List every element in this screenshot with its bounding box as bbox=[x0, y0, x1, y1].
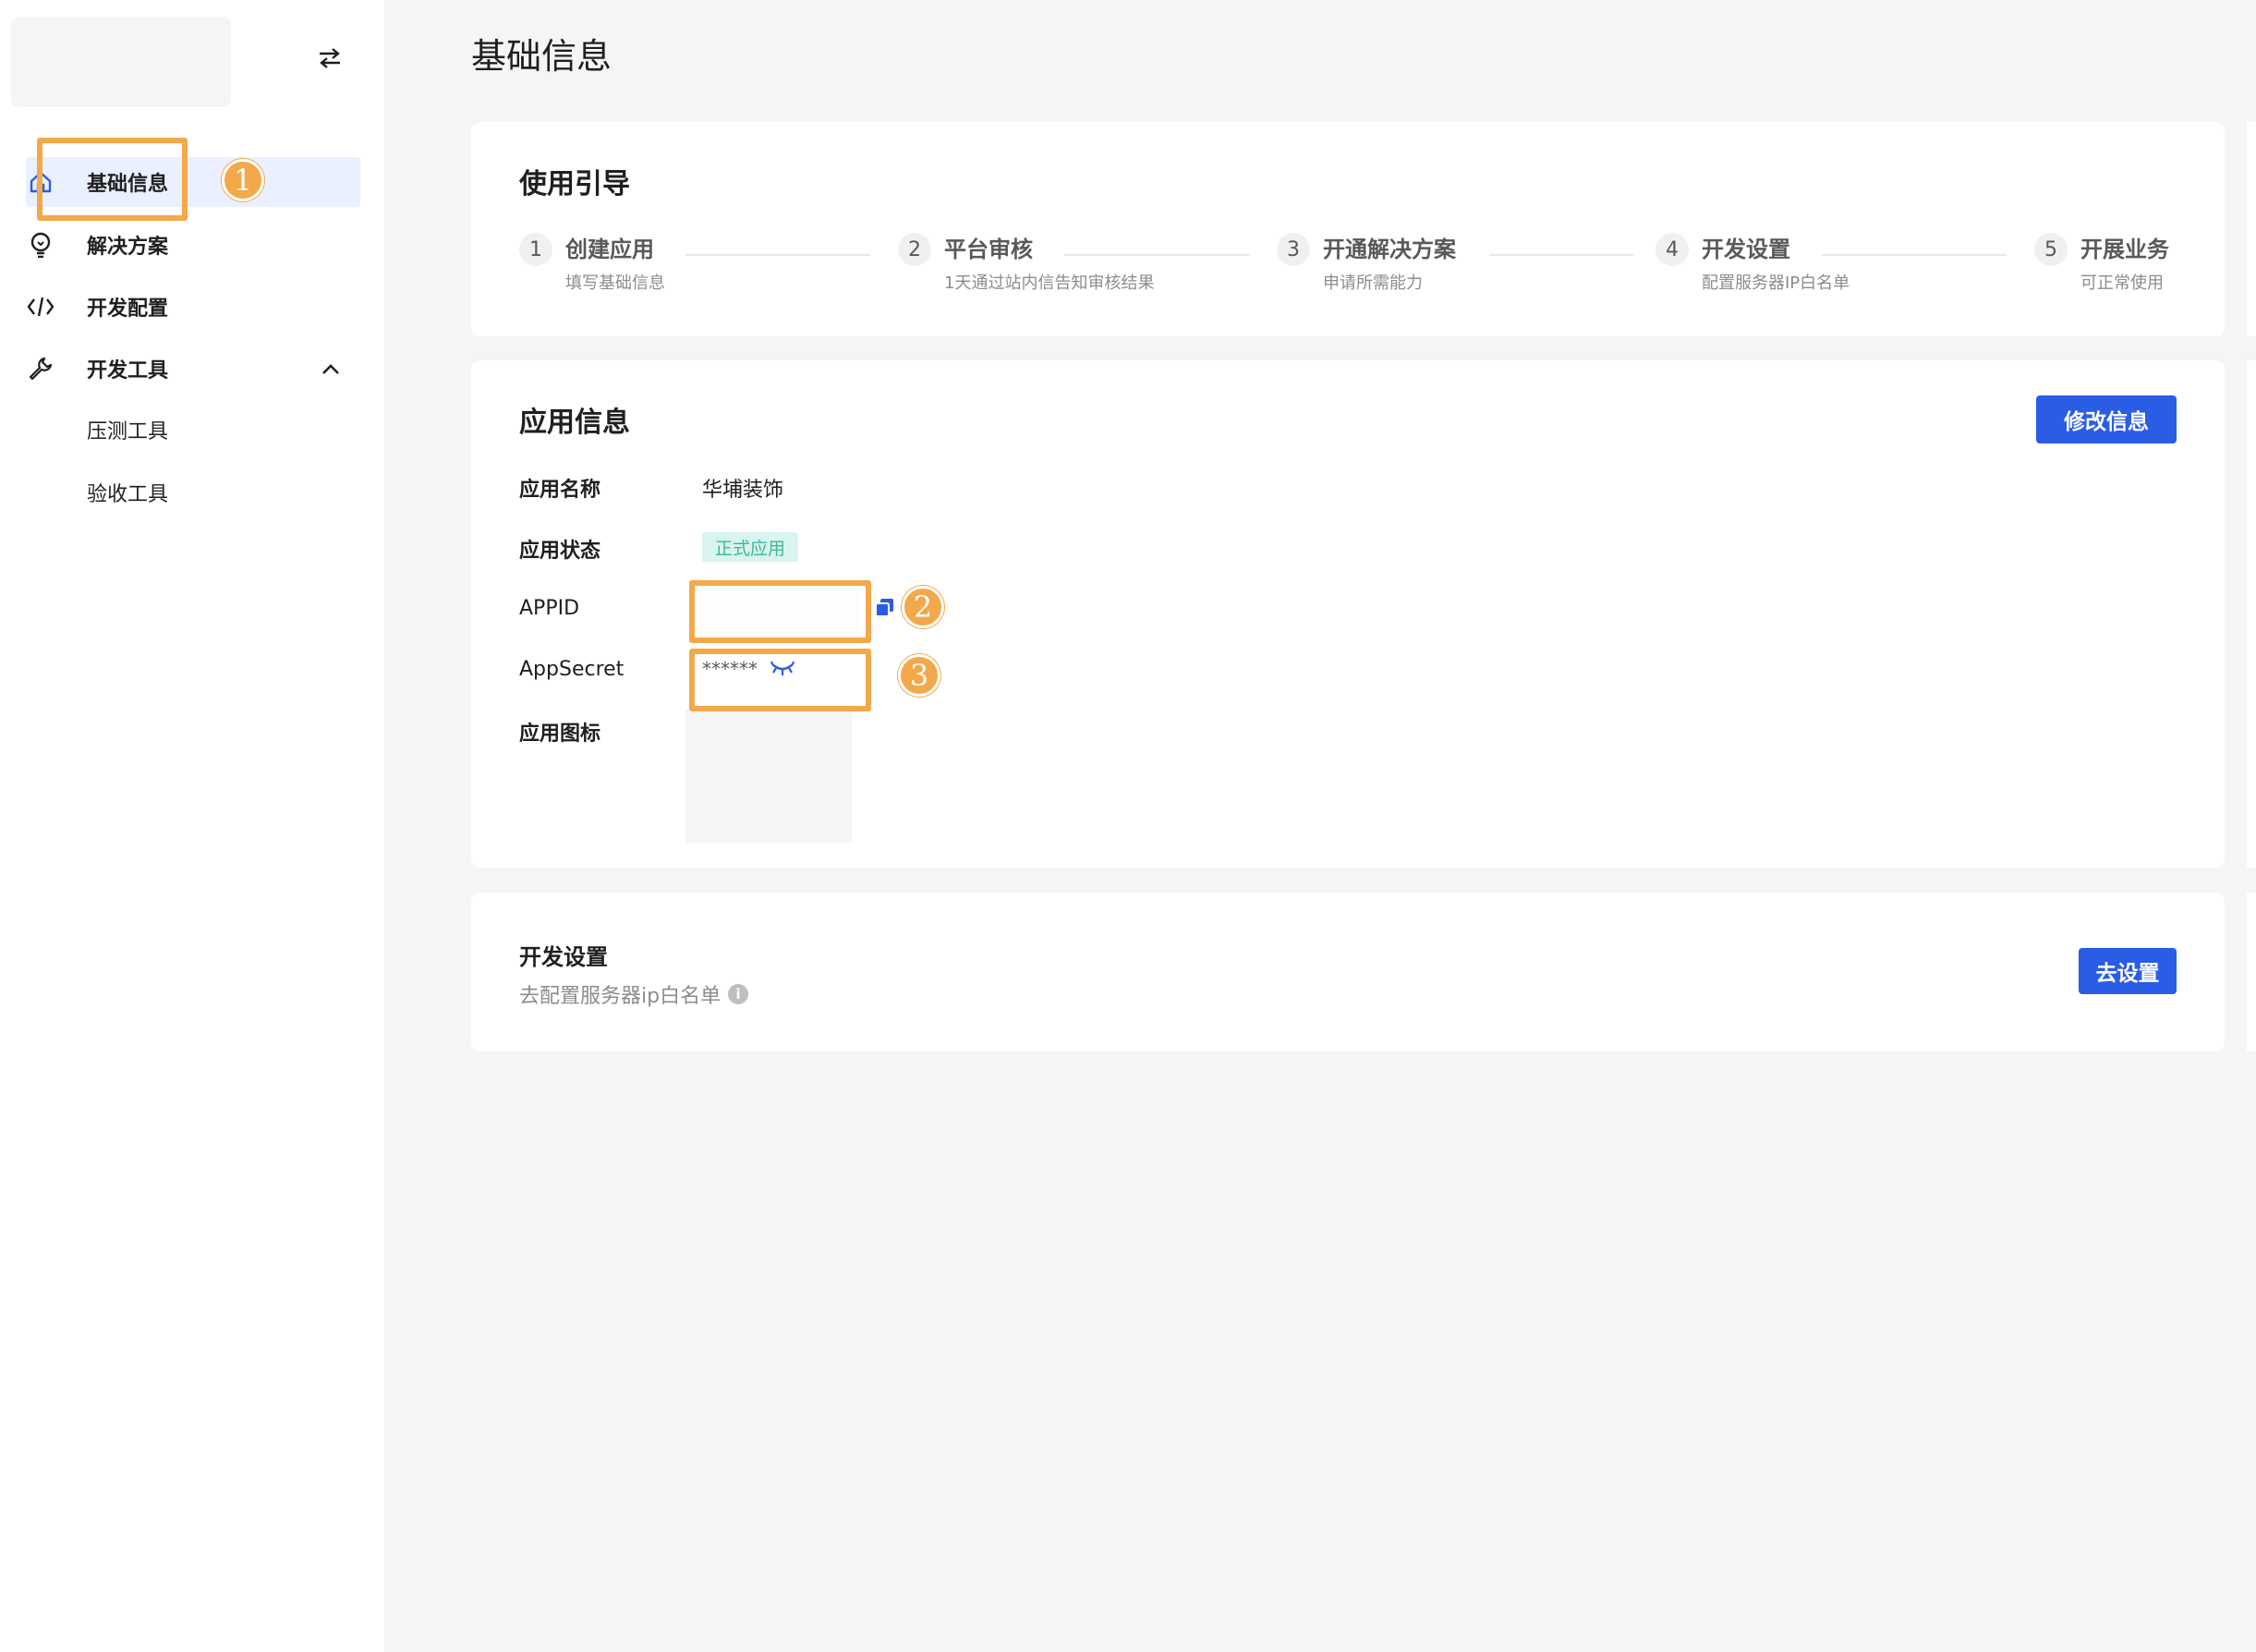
step-create-app: 1 创建应用 填写基础信息 bbox=[519, 233, 665, 294]
dev-settings-card: 开发设置 去配置服务器ip白名单 i 去设置 bbox=[471, 893, 2225, 1051]
step-connector bbox=[1822, 254, 2007, 256]
appsecret-value: ****** bbox=[702, 658, 794, 680]
lightbulb-icon bbox=[26, 230, 55, 260]
step-number: 3 bbox=[1277, 233, 1310, 266]
code-icon bbox=[26, 292, 55, 322]
step-connector bbox=[1489, 254, 1633, 256]
copy-icon[interactable] bbox=[874, 597, 896, 619]
step-number: 5 bbox=[2034, 233, 2068, 266]
sidebar-subitem-acceptance[interactable]: 验收工具 bbox=[87, 469, 168, 516]
step-number: 2 bbox=[898, 233, 931, 266]
appsecret-label: AppSecret bbox=[519, 658, 625, 681]
step-desc: 填写基础信息 bbox=[565, 273, 665, 293]
sidebar: 基础信息 解决方案 开发配置 开发工具 压测工具 验收工具 1 bbox=[0, 0, 384, 1652]
step-title: 平台审核 bbox=[944, 237, 1033, 262]
sidebar-item-label: 开发配置 bbox=[87, 298, 169, 321]
sidebar-item-solutions[interactable]: 解决方案 bbox=[26, 220, 168, 270]
step-title: 创建应用 bbox=[565, 237, 654, 262]
app-name-value: 华埔装饰 bbox=[702, 479, 784, 502]
guide-title: 使用引导 bbox=[519, 168, 630, 200]
go-settings-button[interactable]: 去设置 bbox=[2079, 948, 2177, 994]
step-platform-review: 2 平台审核 1天通过站内信告知审核结果 bbox=[898, 233, 1154, 294]
step-start-business: 5 开展业务 可正常使用 bbox=[2034, 233, 2169, 294]
dev-settings-title: 开发设置 bbox=[519, 944, 608, 970]
step-desc: 配置服务器IP白名单 bbox=[1702, 273, 1850, 293]
step-enable-solution: 3 开通解决方案 申请所需能力 bbox=[1277, 233, 1456, 294]
guide-card: 使用引导 1 创建应用 填写基础信息 2 平台审核 1天通过站内信告知审核结果 … bbox=[471, 122, 2225, 336]
annotation-number-3: 3 bbox=[898, 654, 940, 697]
sidebar-item-dev-tools[interactable]: 开发工具 bbox=[26, 344, 168, 394]
right-edge-panel bbox=[2247, 893, 2256, 1051]
sidebar-item-label: 解决方案 bbox=[87, 236, 169, 259]
sidebar-subitem-label: 验收工具 bbox=[87, 483, 169, 506]
sidebar-subitem-label: 压测工具 bbox=[87, 420, 169, 443]
app-info-title: 应用信息 bbox=[519, 407, 630, 439]
dev-settings-desc-row: 去配置服务器ip白名单 i bbox=[519, 979, 749, 1009]
app-icon-image bbox=[685, 710, 852, 843]
app-icon-label: 应用图标 bbox=[519, 723, 601, 746]
step-connector bbox=[1064, 254, 1249, 256]
collapse-sidebar-icon[interactable] bbox=[312, 41, 347, 76]
right-edge-panel bbox=[2247, 360, 2256, 869]
dev-settings-desc: 去配置服务器ip白名单 bbox=[519, 985, 722, 1008]
appid-label: APPID bbox=[519, 597, 580, 620]
step-desc: 1天通过站内信告知审核结果 bbox=[944, 273, 1155, 293]
home-icon bbox=[26, 167, 55, 197]
eye-closed-icon[interactable] bbox=[770, 661, 794, 677]
step-desc: 申请所需能力 bbox=[1323, 273, 1423, 293]
sidebar-subitem-stress-test[interactable]: 压测工具 bbox=[87, 407, 168, 453]
chevron-up-icon[interactable] bbox=[318, 357, 344, 383]
right-edge-panel bbox=[2247, 122, 2256, 336]
wrench-icon bbox=[26, 354, 55, 383]
sidebar-item-label: 开发工具 bbox=[87, 359, 169, 383]
step-number: 4 bbox=[1656, 233, 1689, 266]
app-name-label: 应用名称 bbox=[519, 479, 601, 502]
step-desc: 可正常使用 bbox=[2080, 273, 2164, 293]
logo bbox=[11, 17, 231, 107]
sidebar-item-label: 基础信息 bbox=[87, 173, 169, 196]
step-dev-settings: 4 开发设置 配置服务器IP白名单 bbox=[1656, 233, 1850, 294]
step-title: 开发设置 bbox=[1702, 237, 1790, 262]
annotation-number-1: 1 bbox=[222, 159, 264, 201]
annotation-number-2: 2 bbox=[902, 586, 944, 628]
info-icon[interactable]: i bbox=[728, 984, 749, 1004]
step-connector bbox=[685, 254, 870, 256]
page-title: 基础信息 bbox=[471, 36, 613, 77]
appsecret-mask: ****** bbox=[702, 658, 758, 680]
step-title: 开展业务 bbox=[2080, 237, 2169, 262]
sidebar-item-basic-info[interactable]: 基础信息 bbox=[26, 157, 168, 207]
step-number: 1 bbox=[519, 233, 552, 266]
step-title: 开通解决方案 bbox=[1323, 237, 1456, 262]
status-badge: 正式应用 bbox=[702, 532, 799, 562]
sidebar-item-dev-config[interactable]: 开发配置 bbox=[26, 282, 168, 332]
app-info-card: 应用信息 修改信息 应用名称 华埔装饰 应用状态 正式应用 APPID AppS… bbox=[471, 360, 2225, 869]
edit-info-button[interactable]: 修改信息 bbox=[2036, 395, 2177, 443]
app-status-label: 应用状态 bbox=[519, 540, 601, 563]
appid-value bbox=[693, 584, 861, 632]
